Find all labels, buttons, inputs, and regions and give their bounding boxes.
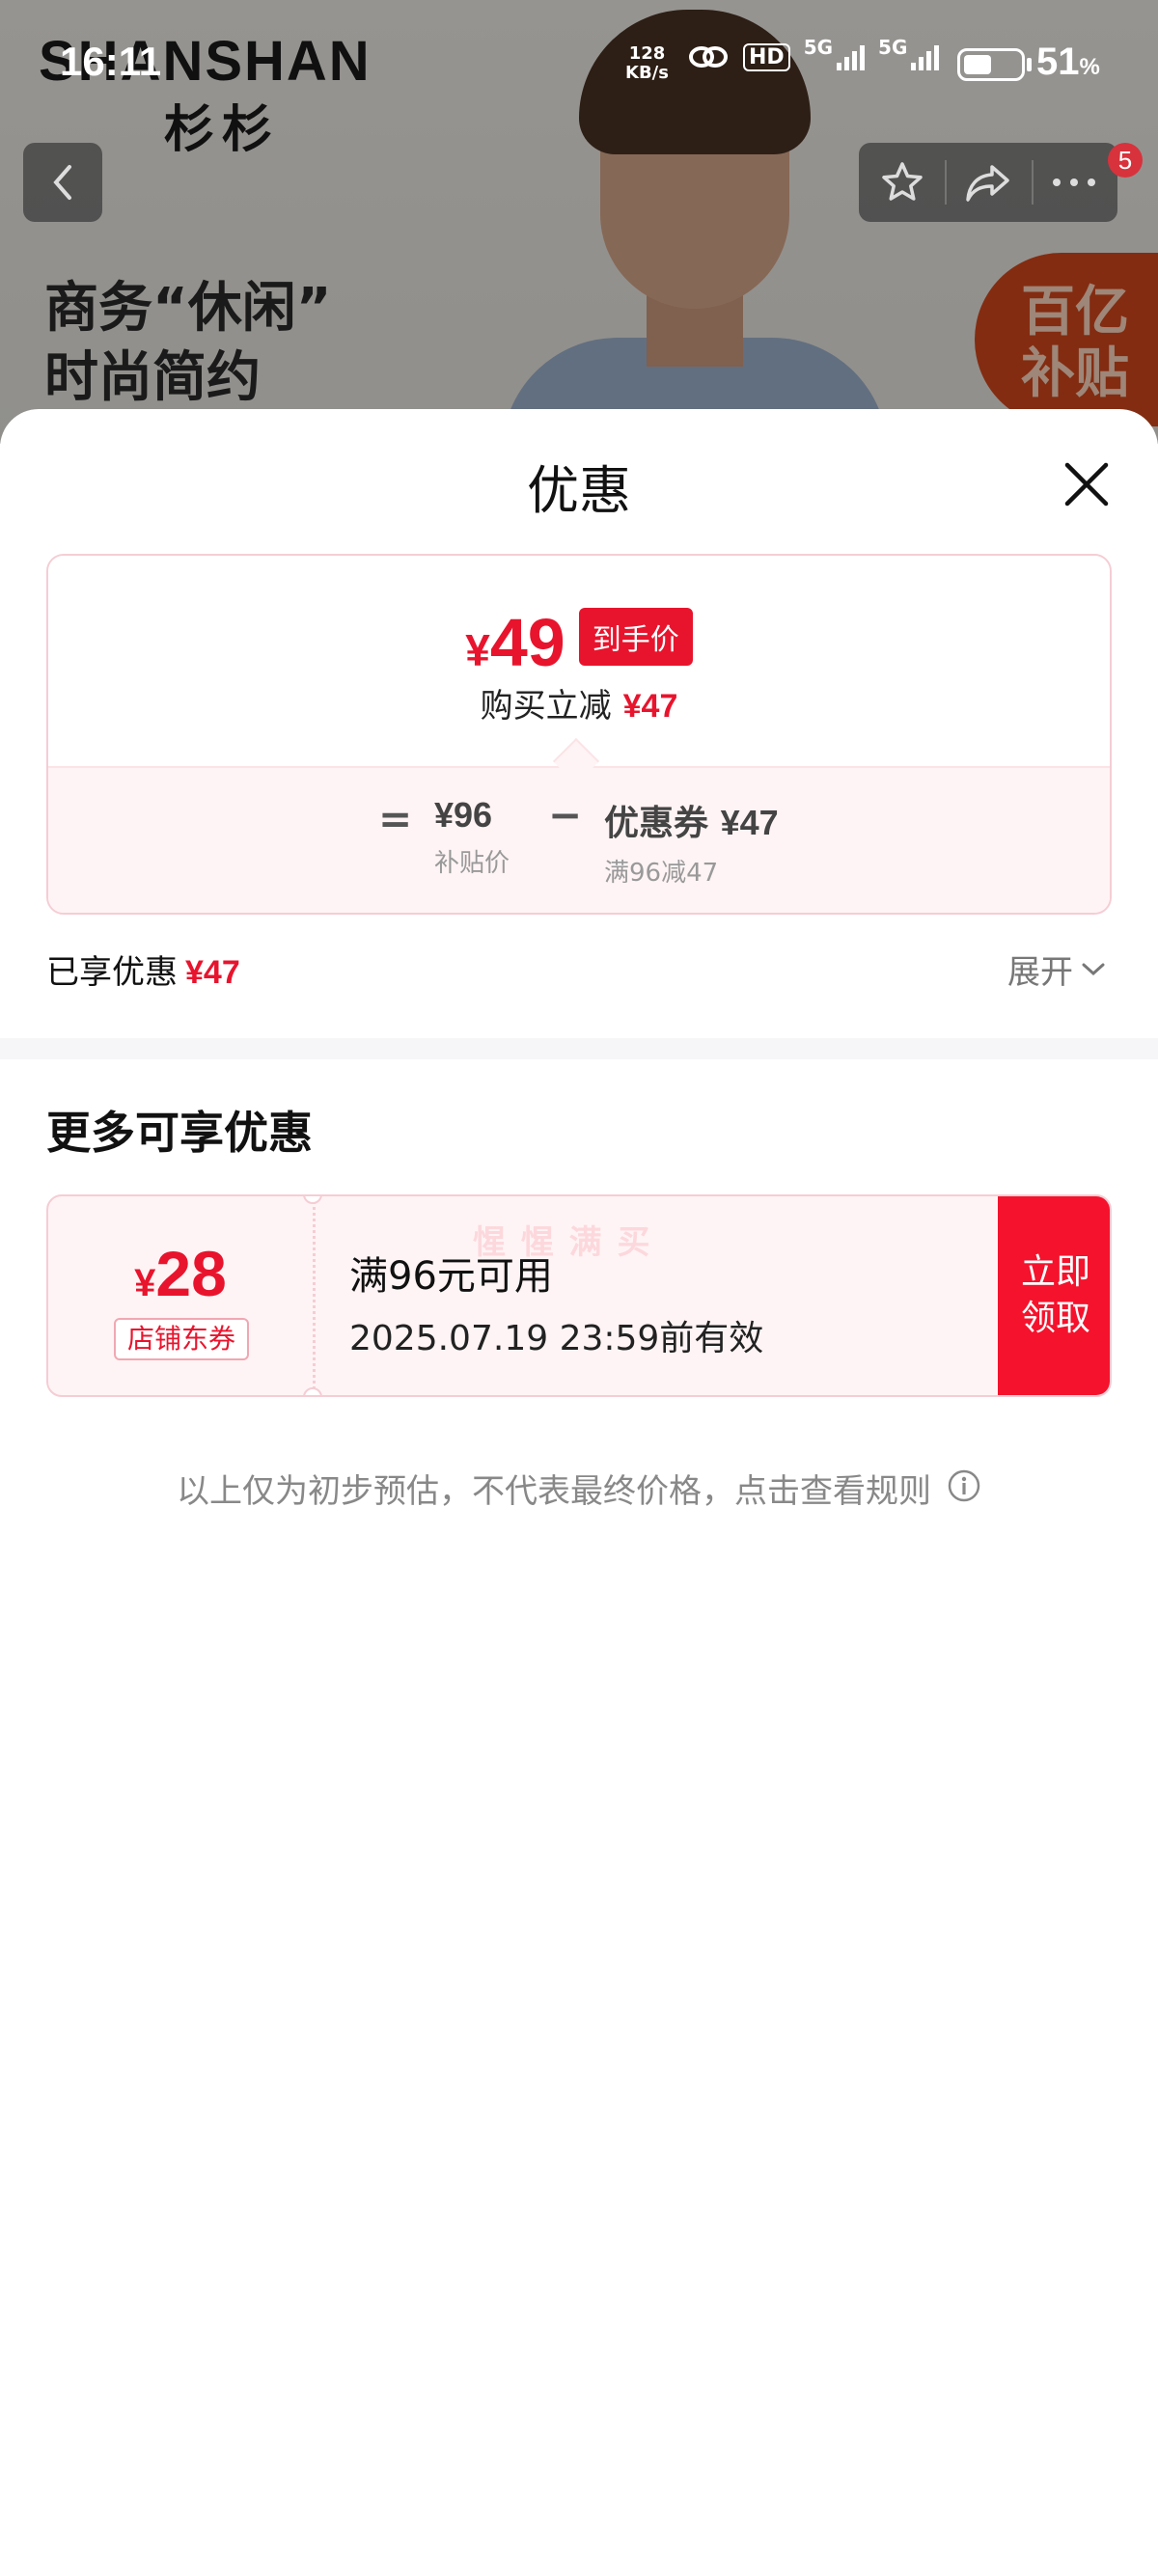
enjoyed-label: 已享优惠: [46, 953, 178, 992]
coupon-deduction-block: 优惠券 ¥47 满96减47: [604, 795, 779, 889]
top-action-group: [859, 143, 1117, 222]
claim-coupon-button[interactable]: 立即 领取: [998, 1196, 1110, 1395]
enjoyed-amount: ¥47: [185, 954, 240, 991]
signal-5g-icon-2: 5G: [878, 36, 940, 70]
network-speed-unit: KB/s: [625, 63, 669, 83]
rules-footnote[interactable]: 以上仅为初步预估，不代表最终价格，点击查看规则: [0, 1465, 1158, 1515]
share-button[interactable]: [945, 143, 1031, 222]
coupon-currency: ¥: [134, 1262, 156, 1304]
section-divider: [0, 1038, 1158, 1059]
claim-line-1: 立即: [1020, 1252, 1090, 1292]
enjoyed-discount: 已享优惠 ¥47: [46, 945, 240, 993]
footnote-text: 以上仅为初步预估，不代表最终价格，点击查看规则: [177, 1472, 931, 1511]
coupon-expiry: 2025.07.19 23:59前有效: [349, 1319, 764, 1358]
info-icon: [947, 1468, 981, 1512]
reduce-amount: ¥47: [622, 688, 678, 725]
claim-line-2: 领取: [1020, 1299, 1090, 1338]
close-button[interactable]: [1058, 455, 1116, 513]
status-time: 16:11: [60, 39, 162, 84]
battery-unit: %: [1079, 54, 1100, 80]
signal2-label: 5G: [878, 36, 908, 59]
equals-sign: =: [378, 795, 413, 842]
status-bar: 16:11 128 KB/s HD 5G 5G 51%: [0, 0, 1158, 125]
back-button[interactable]: [23, 143, 102, 222]
price-breakdown-card: ¥49 到手价 购买立减 ¥47 = ¥96 补贴价 − 优惠券 ¥47 满96减4…: [46, 554, 1112, 915]
final-price-row: ¥49 到手价: [48, 604, 1110, 681]
signal-5g-icon: 5G: [804, 36, 866, 70]
price-calculation: = ¥96 补贴价 − 优惠券 ¥47 满96减47: [48, 766, 1110, 913]
reduce-label: 购买立减: [480, 687, 612, 726]
final-price-tag: 到手价: [578, 608, 693, 666]
signal1-label: 5G: [803, 36, 834, 59]
star-icon: [881, 162, 923, 201]
battery-tip: [1027, 58, 1032, 71]
coupon-amount: ¥28: [48, 1237, 313, 1310]
coupon-condition: 满96元可用: [349, 1254, 553, 1299]
battery-icon: [957, 48, 1025, 81]
minus-sign: −: [548, 791, 583, 838]
final-price-value: 49: [489, 605, 565, 680]
base-price: ¥96: [434, 795, 493, 835]
close-icon: [1064, 462, 1109, 507]
coupon-amount-value: 28: [155, 1238, 227, 1309]
reduce-row: 购买立减 ¥47: [48, 679, 1110, 726]
chevron-left-icon: [53, 165, 71, 200]
price-summary: ¥49 到手价 购买立减 ¥47: [48, 556, 1110, 766]
share-icon: [966, 165, 1009, 202]
network-speed-value: 128: [628, 43, 666, 64]
expand-label: 展开: [1007, 953, 1073, 992]
discount-sheet: 优惠 ¥49 到手价 购买立减 ¥47 = ¥96 补贴价 − 优惠券 ¥47 满9…: [0, 409, 1158, 2576]
coupon-details: 满96元可用 2025.07.19 23:59前有效: [349, 1245, 763, 1360]
base-price-block: ¥96 补贴价: [434, 795, 510, 879]
link-icon: [689, 46, 728, 68]
more-discounts-title: 更多可享优惠: [46, 1107, 313, 1159]
more-dots-icon: [1053, 178, 1096, 186]
more-button[interactable]: [1031, 143, 1117, 222]
favorite-button[interactable]: [859, 143, 945, 222]
currency-symbol: ¥: [465, 625, 490, 675]
coupon-value: ¥28 店铺东券: [48, 1196, 313, 1395]
sheet-title: 优惠: [527, 460, 631, 521]
coupon-deduction-amount: ¥47: [720, 803, 779, 842]
status-icons: HD 5G 5G: [687, 36, 940, 71]
coupon-card: ¥28 店铺东券 惺 惺 满 买 满96元可用 2025.07.19 23:59…: [46, 1194, 1112, 1397]
perforation-notch-bottom: [303, 1387, 322, 1395]
notification-badge: 5: [1108, 143, 1143, 178]
battery-percent: 51%: [1036, 41, 1100, 84]
final-price: ¥49: [465, 605, 565, 680]
hd-icon: HD: [743, 42, 790, 71]
chevron-down-icon: [1082, 963, 1105, 975]
network-speed: 128 KB/s: [625, 44, 669, 83]
coupon-label: 优惠券: [604, 804, 709, 843]
battery-value: 51: [1036, 41, 1080, 83]
coupon-perforation: [313, 1196, 316, 1395]
coupon-rule: 满96减47: [604, 859, 719, 888]
coupon-type-tag: 店铺东券: [114, 1318, 249, 1360]
expand-button[interactable]: 展开: [1007, 945, 1106, 993]
base-price-label: 补贴价: [434, 849, 510, 878]
